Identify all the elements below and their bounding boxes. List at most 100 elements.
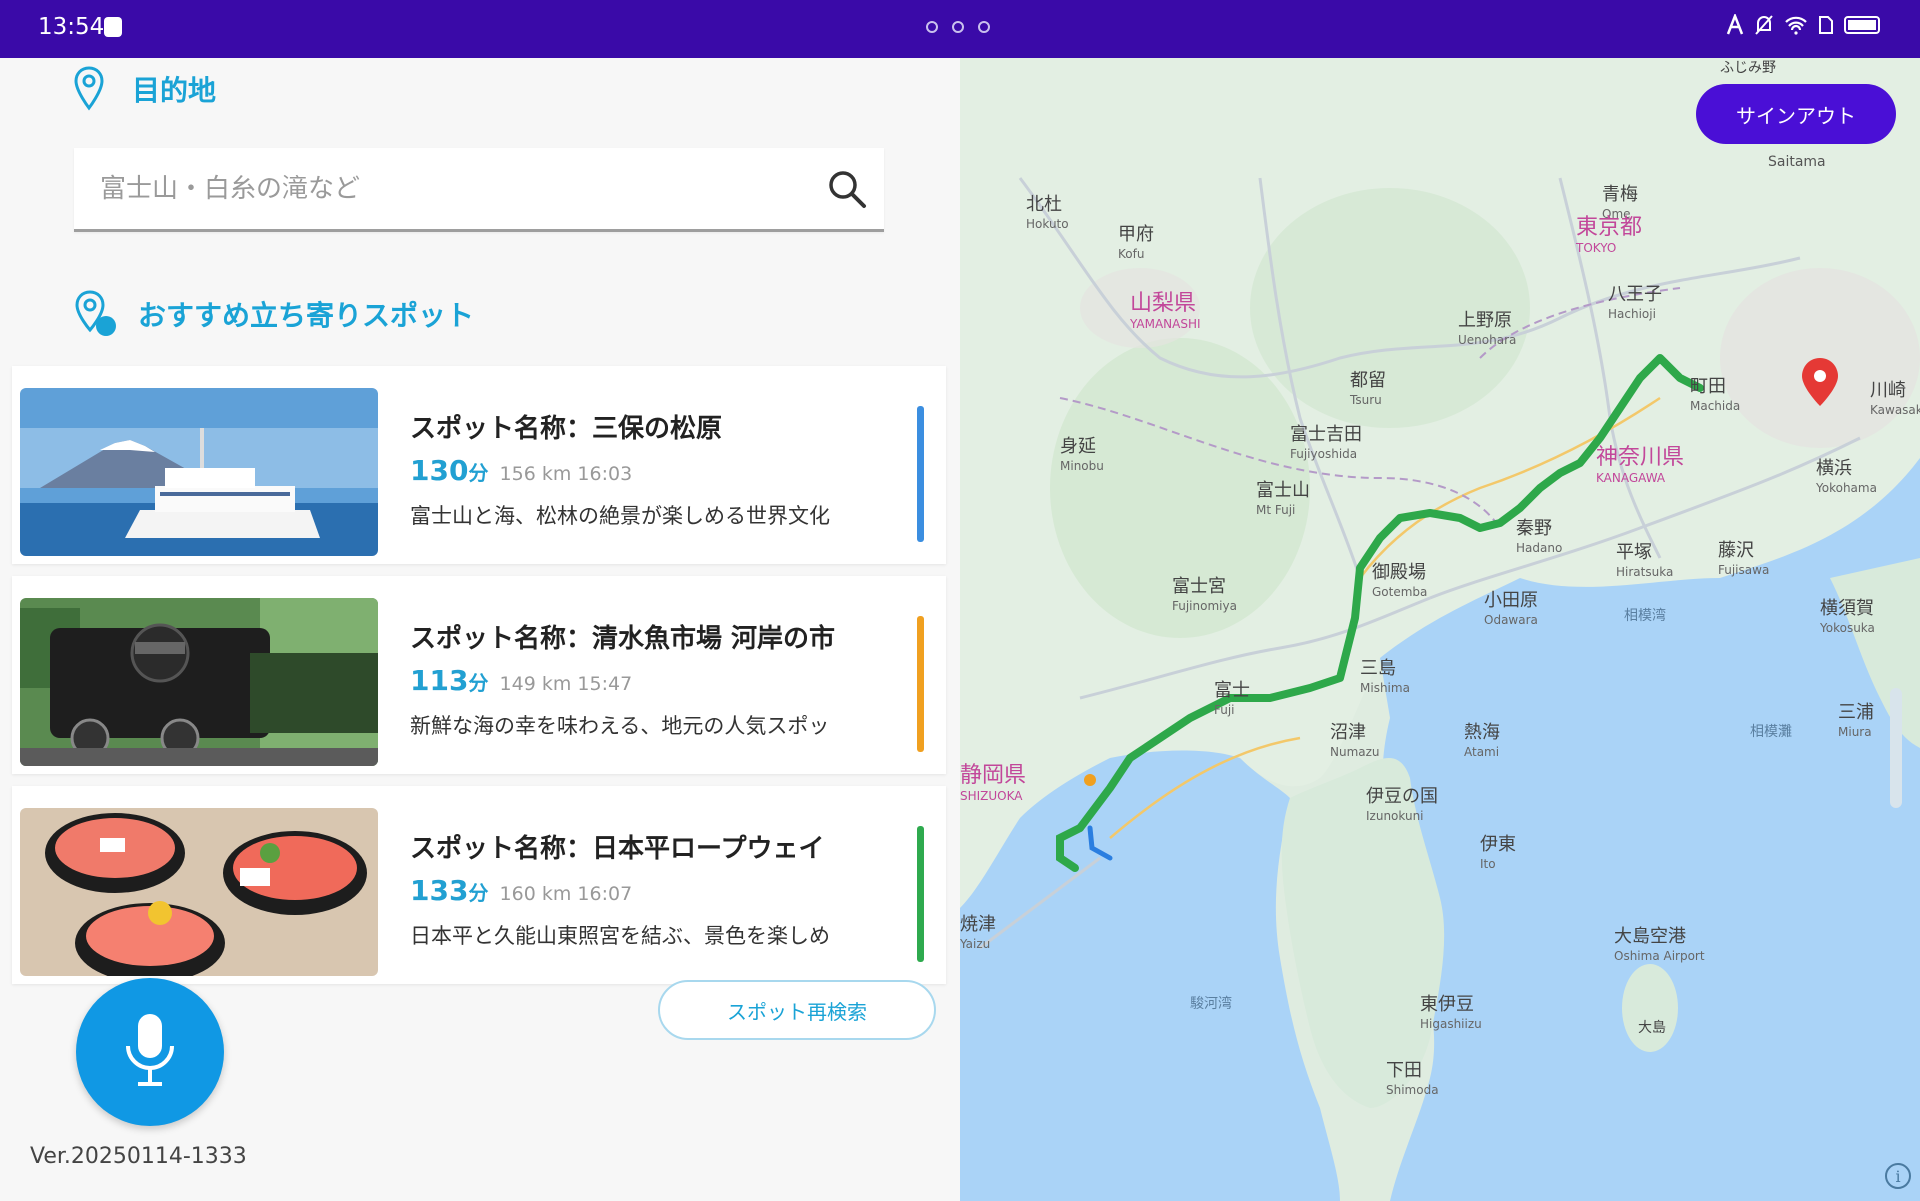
spot-description: 富士山と海、松林の絶景が楽しめる世界文化 [410, 504, 830, 528]
map-label-fuji: 富士 [1214, 680, 1250, 701]
spot-name: スポット名称：清水魚市場 河岸の市 [410, 624, 836, 654]
map-label-oshima-en: Oshima Airport [1614, 949, 1705, 963]
map-canvas[interactable]: 北杜Hokuto 甲府Kofu山梨県YAMANASHI青梅Ome東京都TOKYO八… [960, 58, 1920, 1201]
map-label-fujisawa-en: Fujisawa [1718, 563, 1769, 577]
map-label-tsuru-en: Tsuru [1349, 393, 1382, 407]
window-dots-icon[interactable] [926, 21, 990, 33]
map-label-uenohara: 上野原 [1458, 310, 1512, 331]
map-label-fujinomiya: 富士宮 [1172, 576, 1226, 597]
microphone-icon [126, 1014, 174, 1086]
map-label-ito: 伊東 [1480, 834, 1516, 855]
map-label-minobu-en: Minobu [1060, 459, 1104, 473]
map-label-odawara: 小田原 [1484, 590, 1538, 611]
destination-search[interactable] [74, 148, 884, 232]
spot-distance-time: 149 km 15:47 [499, 673, 633, 695]
battery-icon [1844, 16, 1880, 34]
spot-image-miho [20, 388, 378, 556]
map-scale-bar [1890, 688, 1902, 808]
map-label-yokohama-en: Yokohama [1815, 481, 1877, 495]
map-label-hiratsuka-en: Hiratsuka [1616, 565, 1673, 579]
map-label-kawasaki: 川崎 [1870, 380, 1906, 401]
spot-distance-time: 160 km 16:07 [499, 883, 633, 905]
map-label-numazu-en: Numazu [1330, 745, 1380, 759]
spot-minutes: 133 [410, 874, 469, 907]
map-label-yamanashi-en: YAMANASHI [1129, 317, 1201, 331]
spot-meta: 133分 160 km 16:07 [410, 874, 632, 907]
map-label-fujisan-en: Mt Fuji [1256, 503, 1295, 517]
map-view[interactable]: 北杜 Hokuto 甲府 Kofu 山梨県 YAMANASHI 青梅 Ome 東京都 TOKYO 八… [960, 58, 1920, 1201]
destination-search-input[interactable] [98, 166, 802, 212]
map-label-miura: 三浦 [1838, 702, 1874, 723]
accessibility-icon [1726, 14, 1744, 35]
map-label-fujiyoshida: 富士吉田 [1290, 424, 1362, 445]
map-label-odawara-en: Odawara [1484, 613, 1538, 627]
spot-accent-bar [917, 616, 924, 752]
signout-button[interactable]: サインアウト [1696, 84, 1896, 144]
map-label-kanagawa: 神奈川県 [1596, 445, 1684, 470]
notification-icon [104, 17, 122, 37]
map-label-higashiizu: 東伊豆 [1420, 994, 1474, 1015]
map-label-mishima-en: Mishima [1360, 681, 1410, 695]
map-label-minobu: 身延 [1060, 436, 1096, 457]
spot-card[interactable]: スポット名称：清水魚市場 河岸の市 113分 149 km 15:47 新鮮な海… [12, 576, 946, 774]
map-label-shizuoka-en: SHIZUOKA [960, 789, 1023, 803]
spot-distance-time: 156 km 16:03 [499, 463, 633, 485]
wifi-icon [1785, 16, 1807, 35]
spot-minutes: 130 [410, 454, 469, 487]
mute-icon [1755, 15, 1773, 35]
spot-minutes: 113 [410, 664, 469, 697]
spot-name: スポット名称：日本平ロープウェイ [410, 834, 825, 864]
map-label-kofu-en: Kofu [1118, 247, 1144, 261]
map-label-gotemba-en: Gotemba [1372, 585, 1427, 599]
spot-card[interactable]: スポット名称：三保の松原 130分 156 km 16:03 富士山と海、松林の… [12, 366, 946, 564]
spot-description: 日本平と久能山東照宮を結ぶ、景色を楽しめ [410, 924, 830, 948]
map-label-shimoda-en: Shimoda [1386, 1083, 1439, 1097]
map-label-tsuru: 都留 [1350, 370, 1386, 391]
map-label-yamanashi: 山梨県 [1130, 291, 1196, 316]
map-label-atami: 熱海 [1464, 722, 1500, 743]
sim-icon [1819, 16, 1833, 34]
map-label-izunokuni: 伊豆の国 [1366, 786, 1438, 807]
svg-text:i: i [1895, 1167, 1900, 1186]
map-label-fujisawa: 藤沢 [1718, 540, 1754, 561]
map-label-hokuto: 北杜 [1026, 194, 1062, 215]
map-label-yokosuka: 横須賀 [1820, 598, 1874, 619]
clock: 13:54 [38, 14, 105, 40]
spot-card[interactable]: スポット名称：日本平ロープウェイ 133分 160 km 16:07 日本平と久… [12, 786, 946, 984]
map-label-fujisan: 富士山 [1256, 480, 1310, 501]
map-label-ome: 青梅 [1602, 184, 1638, 205]
spot-meta: 113分 149 km 15:47 [410, 664, 632, 697]
map-label-hachioji: 八王子 [1608, 284, 1662, 305]
map-label-hachioji-en: Hachioji [1608, 307, 1656, 321]
spot-description: 新鮮な海の幸を味わえる、地元の人気スポッ [410, 714, 830, 738]
search-icon[interactable] [824, 166, 870, 212]
map-label-fuji-en: Fuji [1214, 703, 1235, 717]
map-label-machida: 町田 [1690, 376, 1726, 397]
map-label-hadano-en: Hadano [1516, 541, 1562, 555]
research-spots-button[interactable]: スポット再検索 [658, 980, 936, 1040]
map-label-yokosuka-en: Yokosuka [1819, 621, 1875, 635]
spot-meta: 130分 156 km 16:03 [410, 454, 632, 487]
map-label-numazu: 沼津 [1330, 722, 1366, 743]
destination-label: 目的地 [132, 74, 217, 107]
system-icons [1726, 14, 1880, 36]
recommended-label: おすすめ立ち寄りスポット [138, 299, 475, 332]
map-label-shimoda: 下田 [1386, 1060, 1422, 1081]
destination-header: 目的地 [74, 66, 216, 112]
voice-input-button[interactable] [76, 978, 224, 1126]
map-label-surugawan: 駿河湾 [1190, 995, 1232, 1012]
map-label-fujinomiya-en: Fujinomiya [1172, 599, 1237, 613]
map-label-hadano: 秦野 [1516, 518, 1552, 539]
location-pin-icon [74, 66, 104, 111]
map-label-shizuoka: 静岡県 [960, 763, 1026, 788]
map-label-sagami_nada: 相模灘 [1750, 724, 1792, 740]
map-label-hokuto-en: Hokuto [1026, 217, 1069, 231]
map-label-gotemba: 御殿場 [1372, 562, 1426, 583]
map-label-machida-en: Machida [1690, 399, 1740, 413]
spot-accent-bar [917, 826, 924, 962]
map-label-sagamiwan: 相模湾 [1624, 607, 1666, 624]
map-label-oshima_island: 大島 [1638, 1020, 1666, 1036]
map-label-tokyo: 東京都 [1576, 215, 1642, 240]
map-label-fujimino: ふじみ野 [1720, 60, 1776, 76]
map-label-tokyo-en: TOKYO [1575, 241, 1616, 255]
